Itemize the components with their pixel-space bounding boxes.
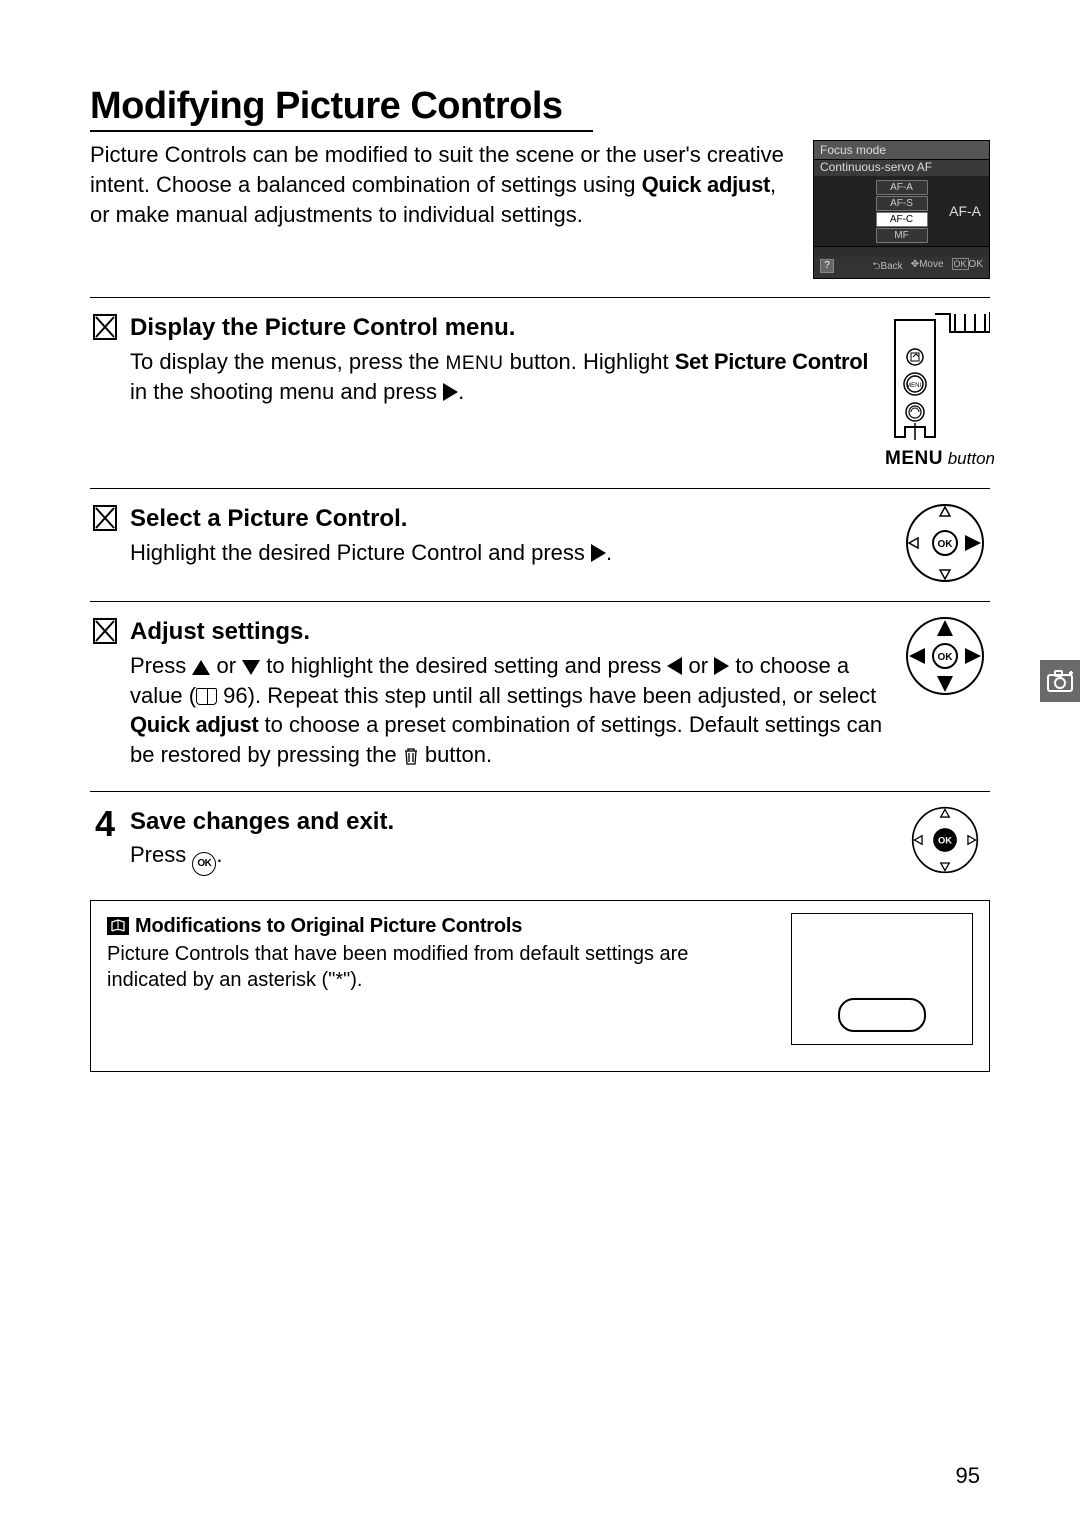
- camera-body-illustration: MENU: [890, 312, 990, 442]
- multi-selector-all-icon: OK: [905, 616, 985, 696]
- step-4-body: Press OK.: [130, 840, 890, 876]
- lcd-option: MF: [876, 228, 928, 243]
- help-icon: ?: [820, 259, 834, 273]
- menu-button-caption: MENU button: [885, 448, 995, 470]
- up-arrow-icon: [192, 660, 210, 675]
- right-arrow-icon: [714, 657, 729, 675]
- step-marker-icon: [90, 616, 120, 644]
- trash-icon: [403, 743, 419, 773]
- note-lcd-illustration: [791, 913, 973, 1045]
- lcd-ok-hint: OKOK: [952, 259, 983, 276]
- page-reference-icon: [196, 688, 217, 705]
- note-icon: [107, 917, 129, 935]
- step-marker-icon: [90, 503, 120, 531]
- lcd-back-hint: ⮌Back: [872, 259, 902, 276]
- lcd-option: AF-A: [876, 180, 928, 195]
- lcd-subheader: Continuous-servo AF: [814, 160, 989, 176]
- step-3-body: Press or to highlight the desired settin…: [130, 651, 890, 773]
- step-1-body: To display the menus, press the MENU but…: [130, 347, 880, 406]
- note-box: Modifications to Original Picture Contro…: [90, 900, 990, 1072]
- page-number: 95: [956, 1463, 980, 1489]
- left-arrow-icon: [667, 657, 682, 675]
- ok-button-icon: OK: [192, 852, 216, 876]
- page-title: Modifying Picture Controls: [90, 85, 593, 132]
- svg-text:OK: OK: [938, 539, 954, 550]
- right-arrow-icon: [591, 544, 606, 562]
- lcd-option: AF-S: [876, 196, 928, 211]
- svg-text:OK: OK: [938, 652, 954, 663]
- down-arrow-icon: [242, 660, 260, 675]
- multi-selector-ok-icon: OK: [911, 806, 979, 874]
- note-title: Modifications to Original Picture Contro…: [135, 913, 522, 939]
- lcd-mode-indicator: AF-A: [949, 203, 981, 219]
- lcd-header: Focus mode: [814, 141, 989, 160]
- svg-text:OK: OK: [938, 835, 952, 845]
- note-body: Picture Controls that have been modified…: [107, 941, 771, 993]
- step-4-number: 4: [90, 806, 120, 842]
- step-3-title: Adjust settings.: [130, 616, 890, 648]
- multi-selector-right-icon: OK: [905, 503, 985, 583]
- lcd-option-selected: AF-C: [876, 212, 928, 227]
- step-marker-icon: [90, 312, 120, 340]
- step-2-title: Select a Picture Control.: [130, 503, 890, 535]
- svg-text:MENU: MENU: [906, 383, 924, 389]
- intro-paragraph: Picture Controls can be modified to suit…: [90, 140, 793, 229]
- step-2-body: Highlight the desired Picture Control an…: [130, 538, 890, 568]
- camera-lcd-screenshot: Focus mode Continuous-servo AF AF-A AF-S…: [813, 140, 990, 279]
- lcd-move-hint: ✥Move: [911, 259, 944, 276]
- step-1-title: Display the Picture Control menu.: [130, 312, 880, 344]
- right-arrow-icon: [443, 383, 458, 401]
- step-4-title: Save changes and exit.: [130, 806, 890, 838]
- camera-mode-tab-icon: [1040, 660, 1080, 702]
